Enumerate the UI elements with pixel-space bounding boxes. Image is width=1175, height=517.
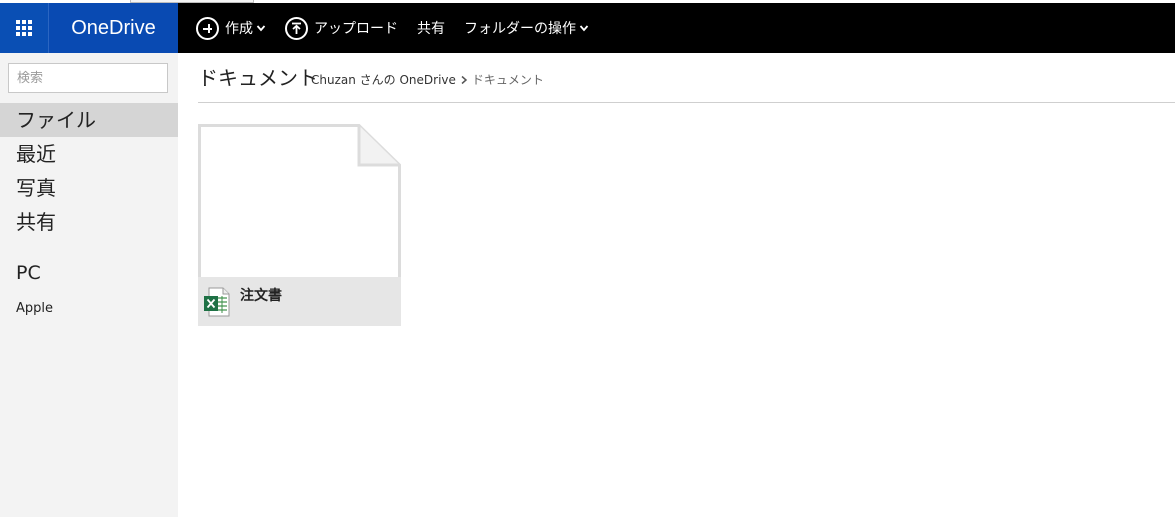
brand-logo[interactable]: OneDrive [48, 3, 178, 53]
header-divider [198, 102, 1175, 103]
sidebar-item-label: ファイル [16, 108, 96, 132]
plus-circle-icon [196, 16, 219, 40]
command-bar: 作成 アップロード 共有 フォルダーの操作 [196, 3, 608, 53]
share-label: 共有 [417, 21, 445, 37]
sidebar: ファイル 最近 写真 共有 PC Apple [0, 53, 178, 517]
page-title: ドキュメント [198, 66, 318, 90]
sidebar-item-label: 最近 [16, 142, 56, 166]
sidebar-nav: ファイル 最近 写真 共有 [0, 103, 178, 239]
app-launcher-button[interactable] [0, 3, 48, 53]
create-label: 作成 [225, 21, 253, 37]
excel-file-icon [204, 287, 230, 317]
chevron-down-icon [579, 25, 589, 32]
file-tile-caption: 注文書 [198, 277, 401, 326]
sidebar-item-apple-pc[interactable]: Apple [16, 301, 53, 316]
upload-label: アップロード [314, 21, 398, 37]
search-input[interactable] [8, 63, 168, 93]
file-name: 注文書 [240, 288, 282, 304]
top-bar: OneDrive 作成 アップロード 共有 フォルダーの操作 [0, 3, 1175, 53]
sidebar-item-shared[interactable]: 共有 [0, 205, 178, 239]
upload-circle-icon [285, 16, 308, 40]
document-thumbnail [198, 124, 401, 277]
breadcrumb: Chuzan さんの OneDrive ドキュメント [311, 71, 544, 88]
waffle-icon [16, 20, 32, 36]
chevron-right-icon [461, 75, 468, 84]
create-button[interactable]: 作成 [196, 16, 266, 40]
share-button[interactable]: 共有 [417, 18, 445, 38]
folder-operations-button[interactable]: フォルダーの操作 [464, 18, 589, 38]
upload-button[interactable]: アップロード [285, 16, 398, 40]
folder-operations-label: フォルダーの操作 [464, 21, 576, 37]
file-tile[interactable]: 注文書 [198, 124, 401, 326]
sidebar-item-files[interactable]: ファイル [0, 103, 178, 137]
sidebar-item-label: 写真 [16, 176, 56, 200]
breadcrumb-root-link[interactable]: Chuzan さんの OneDrive [311, 71, 456, 88]
chevron-down-icon [256, 25, 266, 32]
sidebar-item-photos[interactable]: 写真 [0, 171, 178, 205]
sidebar-item-label: 共有 [16, 210, 56, 234]
sidebar-item-recent[interactable]: 最近 [0, 137, 178, 171]
breadcrumb-current: ドキュメント [471, 73, 544, 87]
sidebar-section-pc[interactable]: PC [16, 262, 41, 284]
